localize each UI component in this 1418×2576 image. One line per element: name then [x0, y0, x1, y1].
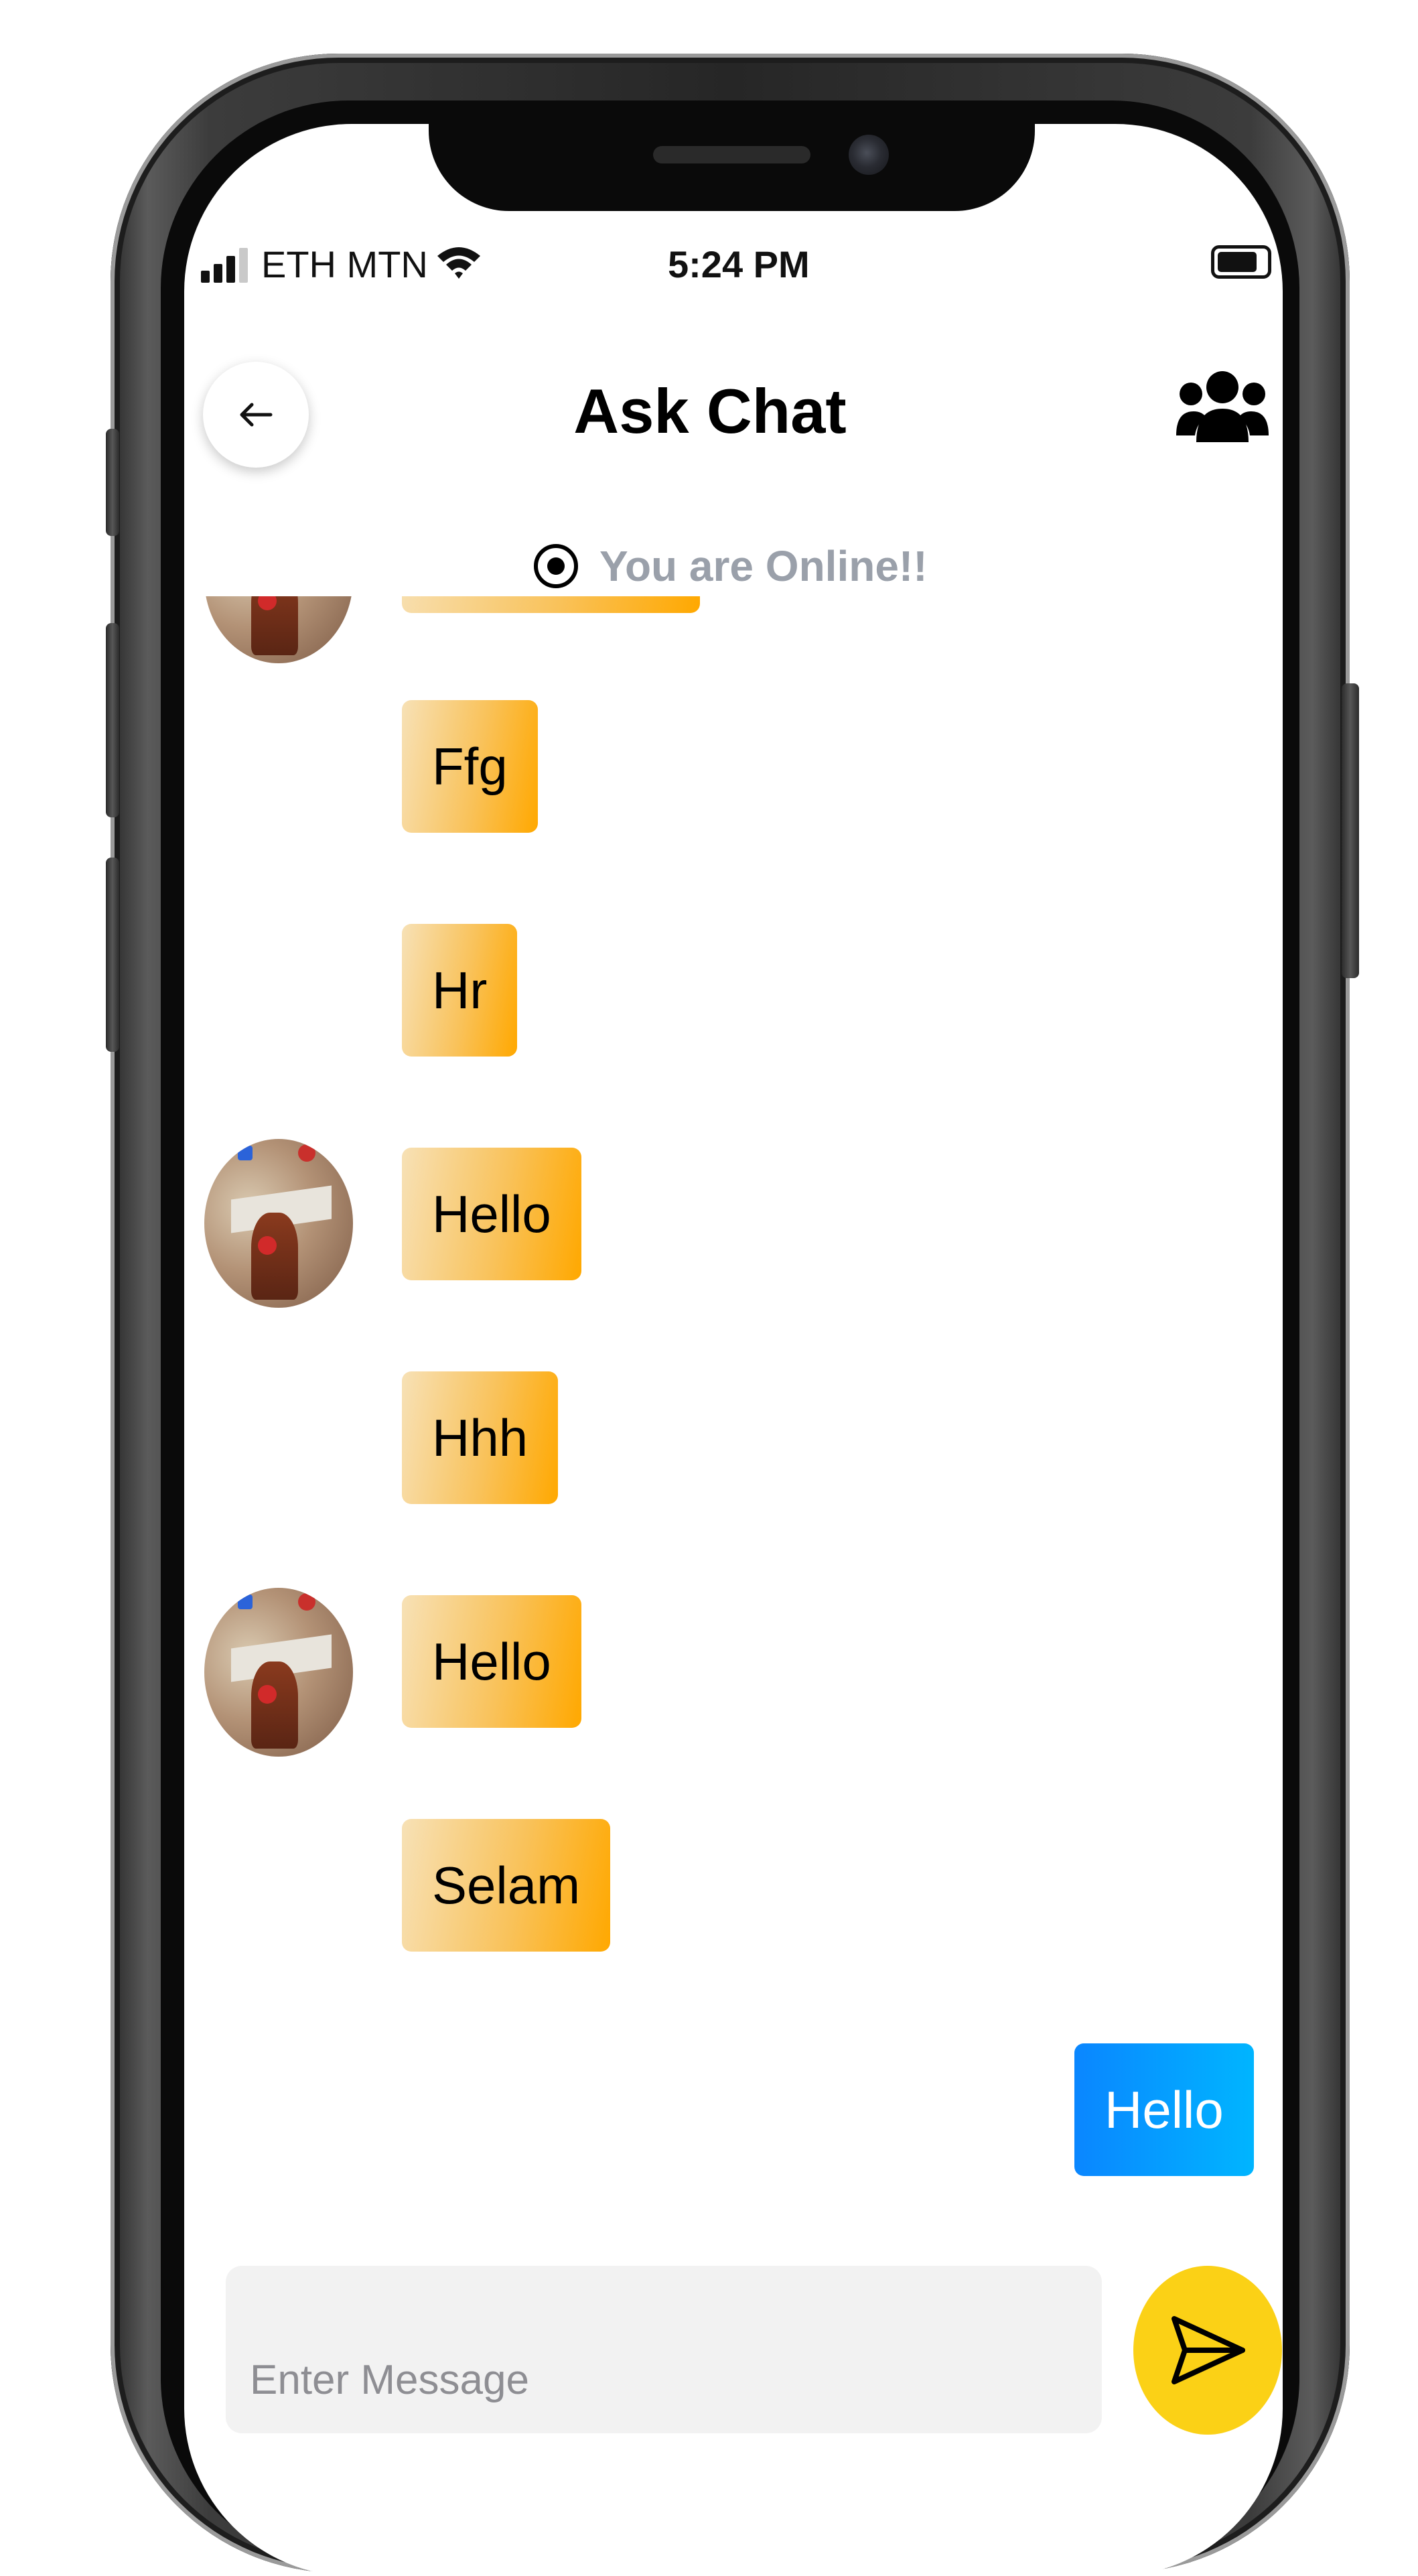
front-camera: [849, 135, 889, 175]
message-bubble-outgoing[interactable]: Hello: [1074, 2043, 1254, 2176]
send-button[interactable]: [1133, 2266, 1282, 2435]
message-input[interactable]: [226, 2266, 1102, 2433]
phone-power-button: [1342, 683, 1359, 978]
presence-text: You are Online!!: [599, 542, 928, 590]
message-bubble-incoming[interactable]: Selam: [402, 1819, 611, 1952]
phone-silent-switch: [106, 429, 119, 536]
sender-avatar[interactable]: [204, 1588, 353, 1757]
presence-row: You are Online!!: [533, 536, 928, 596]
sender-avatar[interactable]: [204, 596, 353, 663]
arrow-left-icon: [240, 403, 273, 427]
battery-level: [1218, 252, 1257, 272]
page-title: Ask Chat: [573, 376, 847, 446]
message-bubble-incoming[interactable]: Ffg: [402, 700, 538, 833]
send-icon: [1172, 2316, 1245, 2384]
phone-volume-down: [106, 858, 119, 1052]
wifi-icon: [437, 247, 480, 279]
users-icon[interactable]: [1176, 370, 1269, 444]
message-bubble-incoming[interactable]: Hr: [402, 924, 518, 1057]
phone-volume-up: [106, 623, 119, 817]
radio-dot-icon: [534, 544, 578, 588]
message-bubble-incoming[interactable]: Hello: [402, 1595, 581, 1728]
back-button[interactable]: [203, 362, 309, 468]
phone-screen: Ffg Hr Hello Hhh Hello Selam Hello: [184, 124, 1283, 2576]
message-bubble-partial: [402, 596, 700, 613]
message-bubble-incoming[interactable]: Hello: [402, 1148, 581, 1280]
status-time: 5:24 PM: [668, 243, 810, 285]
carrier-name: ETH MTN: [261, 243, 428, 285]
message-list[interactable]: Ffg Hr Hello Hhh Hello Selam Hello: [184, 596, 1283, 2201]
earpiece-speaker: [653, 146, 810, 163]
sender-avatar[interactable]: [204, 1139, 353, 1308]
cellular-signal-icon: [201, 248, 253, 283]
message-bubble-incoming[interactable]: Hhh: [402, 1371, 559, 1504]
